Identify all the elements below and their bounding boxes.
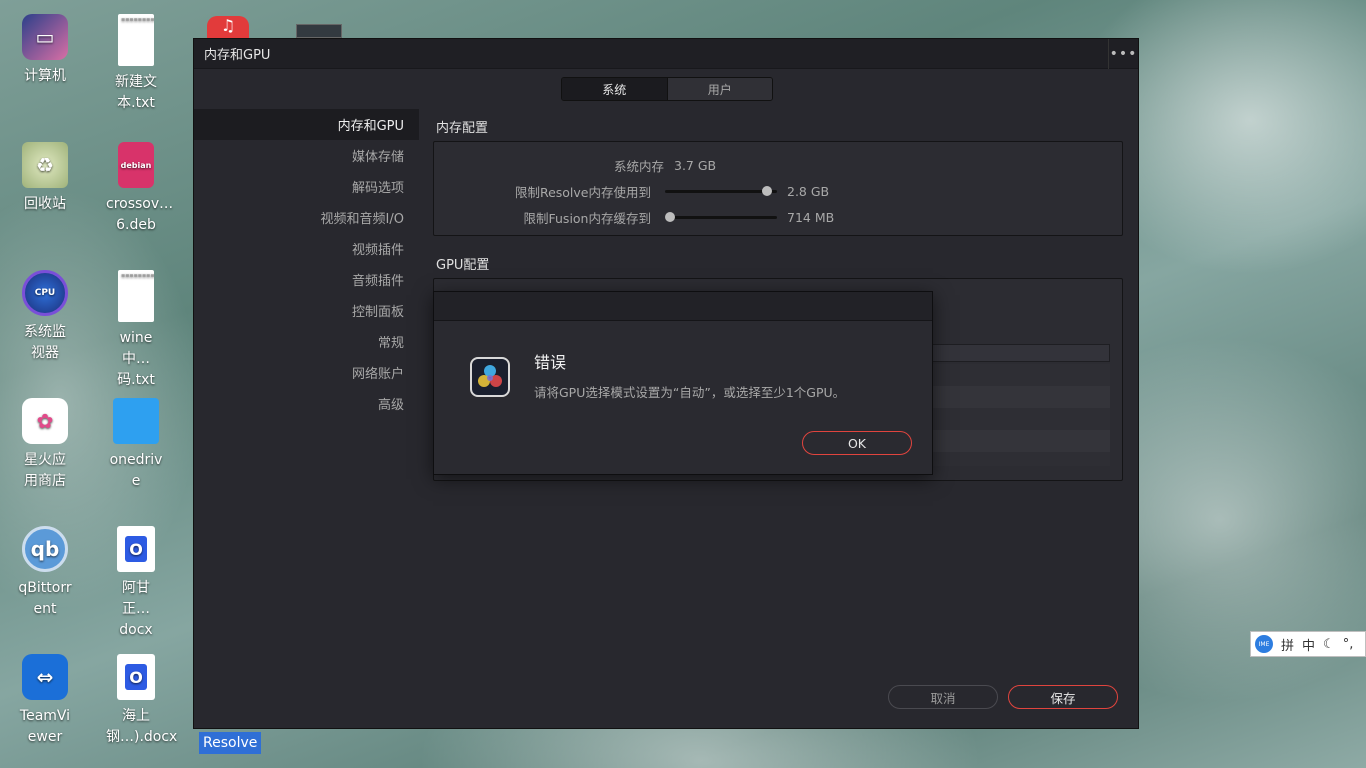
gpu-section-title: GPU配置 — [436, 258, 490, 273]
ime-language[interactable]: 中 — [1302, 635, 1315, 654]
text-file-icon: ≡≡≡≡≡≡≡≡ — [118, 14, 154, 66]
resolve-limit-row: 限制Resolve内存使用到 2.8 GB — [421, 182, 829, 201]
computer-icon: ▭ — [22, 14, 68, 60]
desktop-icon-label: 回收站 — [24, 196, 66, 212]
qbittorrent-icon: qb — [22, 526, 68, 572]
sidebar-item-advanced[interactable]: 高级 — [194, 388, 419, 419]
desktop-icon-system-monitor[interactable]: CPU 系统监视器 — [5, 270, 85, 364]
desktop-icon-computer[interactable]: ▭ 计算机 — [5, 14, 85, 87]
sidebar-item-memory-gpu[interactable]: 内存和GPU — [194, 109, 419, 140]
music-app-icon[interactable]: ♫ — [207, 16, 249, 38]
save-button[interactable]: 保存 — [1008, 685, 1118, 709]
desktop-icon-trash[interactable]: ♻ 回收站 — [5, 142, 85, 215]
slider-handle[interactable] — [665, 212, 675, 222]
table-row — [930, 430, 1110, 452]
sidebar: 内存和GPU 媒体存储 解码选项 视频和音频I/O 视频插件 音频插件 控制面板… — [194, 109, 419, 419]
desktop-icon-onedrive[interactable]: onedrive — [96, 398, 176, 492]
desktop-icon-app-store[interactable]: ✿ 星火应用商店 — [5, 398, 85, 492]
tab-user[interactable]: 用户 — [666, 78, 772, 100]
memory-section-title: 内存配置 — [436, 121, 489, 136]
error-dialog: 错误 请将GPU选择模式设置为“自动”，或选择至少1个GPU。 OK — [433, 291, 933, 475]
desktop-icon-label: 系统监视器 — [24, 324, 66, 361]
desktop-icon-docx-2[interactable]: O 海上钢…).docx — [96, 654, 178, 748]
tab-switcher: 系统 用户 — [561, 77, 773, 101]
desktop-icon-teamviewer[interactable]: ⇔ TeamViewer — [5, 654, 85, 748]
desktop-icon-label: 海上钢…).docx — [106, 708, 178, 745]
gpu-table-header — [930, 344, 1110, 362]
table-row — [930, 408, 1110, 430]
debian-package-icon: debian — [118, 142, 154, 188]
desktop-icon-label: crossov…6.deb — [106, 196, 174, 233]
sidebar-item-decode-options[interactable]: 解码选项 — [194, 171, 419, 202]
system-memory-value: 3.7 GB — [674, 158, 717, 173]
window-title: 内存和GPU — [204, 48, 271, 63]
text-file-icon: ≡≡≡≡≡≡≡≡ — [118, 270, 154, 322]
ime-logo-icon: IME — [1255, 635, 1273, 653]
desktop-icon-label: 计算机 — [24, 68, 66, 84]
desktop-icon-label: onedrive — [109, 452, 163, 489]
sidebar-item-control-panels[interactable]: 控制面板 — [194, 295, 419, 326]
desktop-icon-qbittorrent[interactable]: qb qBittorrent — [5, 526, 85, 620]
system-memory-row: 系统内存 3.7 GB — [434, 156, 716, 175]
taskbar-resolve-label[interactable]: Resolve — [199, 732, 262, 754]
system-monitor-icon: CPU — [22, 270, 68, 316]
desktop-icon-text-file[interactable]: ≡≡≡≡≡≡≡≡ 新建文本.txt — [96, 14, 176, 114]
sidebar-item-internet-accounts[interactable]: 网络账户 — [194, 357, 419, 388]
dialog-titlebar[interactable] — [434, 292, 932, 321]
desktop-icon-label: wine中…码.txt — [117, 330, 155, 388]
davinci-resolve-logo-icon — [470, 357, 510, 397]
fusion-limit-row: 限制Fusion内存缓存到 714 MB — [421, 208, 835, 227]
moon-icon[interactable]: ☾ — [1323, 637, 1335, 652]
window-titlebar[interactable]: 内存和GPU ••• — [194, 38, 1138, 69]
ime-mode[interactable]: 拼 — [1281, 635, 1294, 654]
fusion-memory-slider[interactable] — [665, 212, 777, 222]
table-row — [930, 364, 1110, 386]
ime-punctuation[interactable]: °, — [1343, 637, 1354, 652]
sidebar-item-video-audio-io[interactable]: 视频和音频I/O — [194, 202, 419, 233]
spark-store-icon: ✿ — [22, 398, 68, 444]
resolve-limit-label: 限制Resolve内存使用到 — [514, 185, 651, 200]
resolve-limit-value: 2.8 GB — [787, 184, 830, 199]
table-row — [930, 452, 1110, 466]
tab-system[interactable]: 系统 — [562, 78, 667, 100]
table-row — [930, 386, 1110, 408]
slider-handle[interactable] — [761, 186, 772, 196]
desktop-icon-label: 星火应用商店 — [24, 452, 66, 489]
fusion-limit-value: 714 MB — [787, 210, 835, 225]
more-options-icon[interactable]: ••• — [1108, 38, 1138, 69]
folder-icon — [113, 398, 159, 444]
dialog-title: 错误 — [534, 353, 567, 372]
memory-panel: 系统内存 3.7 GB 限制Resolve内存使用到 2.8 GB 限制Fusi… — [433, 141, 1123, 236]
cancel-button[interactable]: 取消 — [888, 685, 998, 709]
resolve-memory-slider[interactable] — [665, 186, 777, 196]
office-doc-icon: O — [117, 654, 155, 700]
desktop-icon-label: 阿甘正…docx — [119, 580, 153, 638]
system-memory-label: 系统内存 — [613, 159, 664, 174]
desktop-icon-label: TeamViewer — [19, 708, 71, 745]
fusion-limit-label: 限制Fusion内存缓存到 — [523, 211, 652, 226]
ime-status-bar[interactable]: IME 拼 中 ☾ °, — [1250, 631, 1366, 657]
desktop-icon-label: qBittorrent — [18, 580, 72, 617]
desktop-icon-docx-1[interactable]: O 阿甘正…docx — [96, 526, 176, 641]
sidebar-item-audio-plugins[interactable]: 音频插件 — [194, 264, 419, 295]
dialog-message: 请将GPU选择模式设置为“自动”，或选择至少1个GPU。 — [534, 385, 846, 400]
recycle-bin-icon: ♻ — [22, 142, 68, 188]
app-thumbnail-icon[interactable] — [296, 24, 342, 38]
office-doc-icon: O — [117, 526, 155, 572]
desktop-icon-label: 新建文本.txt — [115, 74, 157, 111]
sidebar-item-general[interactable]: 常规 — [194, 326, 419, 357]
sidebar-item-video-plugins[interactable]: 视频插件 — [194, 233, 419, 264]
sidebar-item-media-storage[interactable]: 媒体存储 — [194, 140, 419, 171]
ok-button[interactable]: OK — [802, 431, 912, 455]
desktop-icon-wine-txt[interactable]: ≡≡≡≡≡≡≡≡ wine中…码.txt — [96, 270, 176, 391]
teamviewer-icon: ⇔ — [22, 654, 68, 700]
desktop-icon-deb[interactable]: debian crossov…6.deb — [96, 142, 176, 236]
